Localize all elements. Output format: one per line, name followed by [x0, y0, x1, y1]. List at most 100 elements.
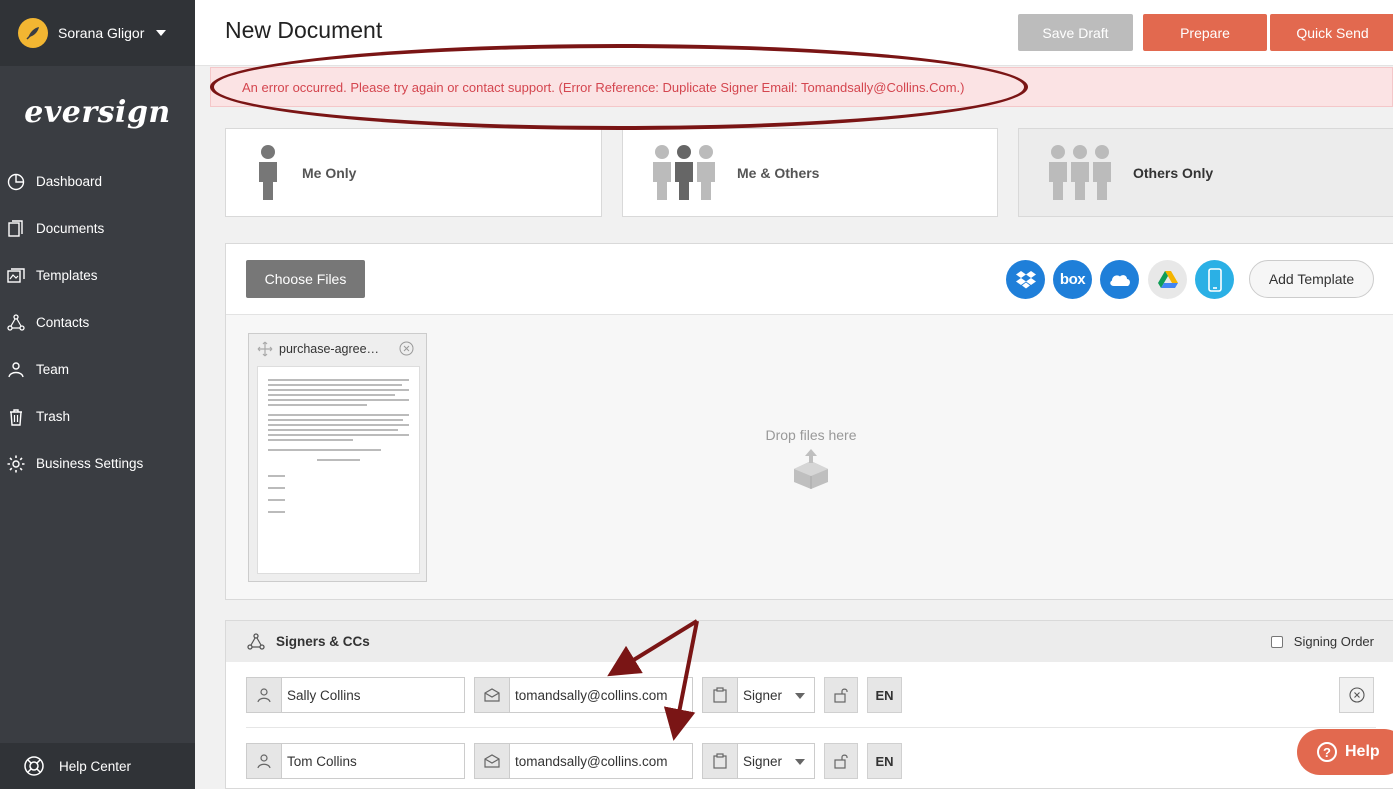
user-menu[interactable]: Sorana Gligor: [0, 0, 195, 66]
unlock-icon: [834, 754, 848, 769]
contacts-icon: [7, 313, 25, 331]
pie-chart-icon: [7, 173, 25, 190]
help-center-label: Help Center: [59, 758, 132, 774]
page-title: New Document: [225, 17, 383, 43]
signers-header: Signers & CCs Signing Order: [226, 621, 1393, 662]
sidebar: Sorana Gligor eversign Dashboard Documen…: [0, 0, 195, 789]
signer-email-field[interactable]: tomandsally@collins.com: [474, 677, 693, 713]
signers-title: Signers & CCs: [276, 634, 370, 649]
box-icon[interactable]: box: [1053, 260, 1092, 299]
signing-order-checkbox[interactable]: [1270, 635, 1283, 648]
chevron-down-icon: [156, 30, 167, 36]
sidebar-item-label: Contacts: [36, 315, 90, 330]
signer-type-label: Me Only: [302, 164, 357, 181]
drop-zone[interactable]: Drop files here: [721, 427, 901, 492]
save-draft-button[interactable]: Save Draft: [1018, 14, 1133, 51]
file-card-header: purchase-agree…: [249, 334, 426, 364]
sidebar-item-contacts[interactable]: Contacts: [0, 299, 195, 346]
person-icon: [247, 744, 282, 778]
remove-file-icon[interactable]: [399, 341, 414, 356]
signer-role-select[interactable]: Signer: [702, 677, 815, 713]
sidebar-item-label: Templates: [36, 268, 98, 283]
sidebar-item-trash[interactable]: Trash: [0, 393, 195, 440]
group-people-icon: [1049, 144, 1111, 200]
divider: [246, 727, 1376, 728]
sidebar-item-templates[interactable]: Templates: [0, 252, 195, 299]
sidebar-item-documents[interactable]: Documents: [0, 205, 195, 252]
group-people-icon: [653, 144, 715, 200]
signing-order-label: Signing Order: [1293, 634, 1374, 649]
signer-name-value: Sally Collins: [287, 687, 361, 703]
gear-icon: [7, 455, 25, 472]
contacts-icon: [247, 632, 265, 650]
file-thumbnail: [257, 366, 420, 574]
sidebar-item-label: Documents: [36, 221, 105, 236]
signer-role-value: Signer: [743, 687, 783, 703]
signer-role-select[interactable]: Signer: [702, 743, 815, 779]
templates-icon: [7, 267, 25, 283]
sidebar-item-dashboard[interactable]: Dashboard: [0, 158, 195, 205]
chevron-down-icon: [795, 759, 805, 765]
sidebar-item-label: Team: [36, 362, 70, 377]
signer-email-value: tomandsally@collins.com: [515, 753, 668, 769]
signer-type-label: Others Only: [1133, 164, 1214, 181]
access-code-button[interactable]: [824, 743, 858, 779]
sidebar-item-label: Business Settings: [36, 456, 144, 471]
help-button[interactable]: ? Help: [1297, 729, 1393, 775]
close-icon: [1348, 687, 1365, 703]
main-content: New Document Save Draft Prepare Quick Se…: [195, 0, 1393, 789]
person-icon: [247, 678, 282, 712]
lifebuoy-icon: [24, 756, 44, 776]
signer-type-me-only[interactable]: Me Only: [225, 128, 602, 217]
signers-panel: Signers & CCs Signing Order Sally Collin…: [225, 620, 1393, 789]
signer-row: Sally Collins tomandsally@collins.com Si…: [246, 677, 1376, 713]
dropbox-icon[interactable]: [1006, 260, 1045, 299]
signer-email-field[interactable]: tomandsally@collins.com: [474, 743, 693, 779]
language-button[interactable]: EN: [867, 677, 902, 713]
unlock-icon: [834, 688, 848, 703]
choose-files-button[interactable]: Choose Files: [246, 260, 365, 298]
clipboard-icon: [703, 744, 738, 778]
chevron-down-icon: [795, 693, 805, 699]
upload-toolbar: Choose Files box Add Template: [226, 244, 1393, 315]
team-icon: [8, 361, 24, 377]
signer-type-others-only[interactable]: Others Only: [1018, 128, 1393, 217]
documents-icon: [8, 219, 23, 237]
file-card[interactable]: purchase-agree…: [248, 333, 427, 582]
envelope-icon: [475, 678, 510, 712]
sidebar-item-team[interactable]: Team: [0, 346, 195, 393]
prepare-button[interactable]: Prepare: [1143, 14, 1267, 51]
user-name: Sorana Gligor: [58, 25, 145, 41]
onedrive-icon[interactable]: [1100, 260, 1139, 299]
package-icon: [794, 449, 828, 489]
quick-send-button[interactable]: Quick Send: [1270, 14, 1393, 51]
signer-type-label: Me & Others: [737, 164, 820, 181]
remove-signer-button[interactable]: [1339, 677, 1374, 713]
signer-row: Tom Collins tomandsally@collins.com Sign…: [246, 743, 1376, 779]
sidebar-item-business-settings[interactable]: Business Settings: [0, 440, 195, 487]
add-template-button[interactable]: Add Template: [1249, 260, 1374, 298]
move-icon[interactable]: [257, 341, 273, 357]
header: New Document Save Draft Prepare Quick Se…: [195, 0, 1393, 66]
clipboard-icon: [703, 678, 738, 712]
single-person-icon: [259, 144, 277, 200]
mobile-icon[interactable]: [1195, 260, 1234, 299]
help-center-link[interactable]: Help Center: [0, 743, 195, 789]
trash-icon: [10, 408, 22, 426]
signer-type-me-and-others[interactable]: Me & Others: [622, 128, 998, 217]
signing-order-toggle[interactable]: Signing Order: [1270, 634, 1374, 649]
language-button[interactable]: EN: [867, 743, 902, 779]
eversign-logo[interactable]: eversign: [0, 66, 195, 158]
envelope-icon: [475, 744, 510, 778]
feather-icon: [26, 27, 39, 40]
google-drive-icon[interactable]: [1148, 260, 1187, 299]
signer-name-field[interactable]: Tom Collins: [246, 743, 465, 779]
access-code-button[interactable]: [824, 677, 858, 713]
drop-area[interactable]: purchase-agree… Drop files here: [226, 315, 1393, 599]
file-name: purchase-agree…: [279, 342, 380, 356]
signer-name-field[interactable]: Sally Collins: [246, 677, 465, 713]
question-icon: ?: [1317, 742, 1337, 762]
sidebar-item-label: Trash: [36, 409, 71, 424]
sidebar-item-label: Dashboard: [36, 174, 103, 189]
help-button-label: Help: [1345, 743, 1380, 760]
